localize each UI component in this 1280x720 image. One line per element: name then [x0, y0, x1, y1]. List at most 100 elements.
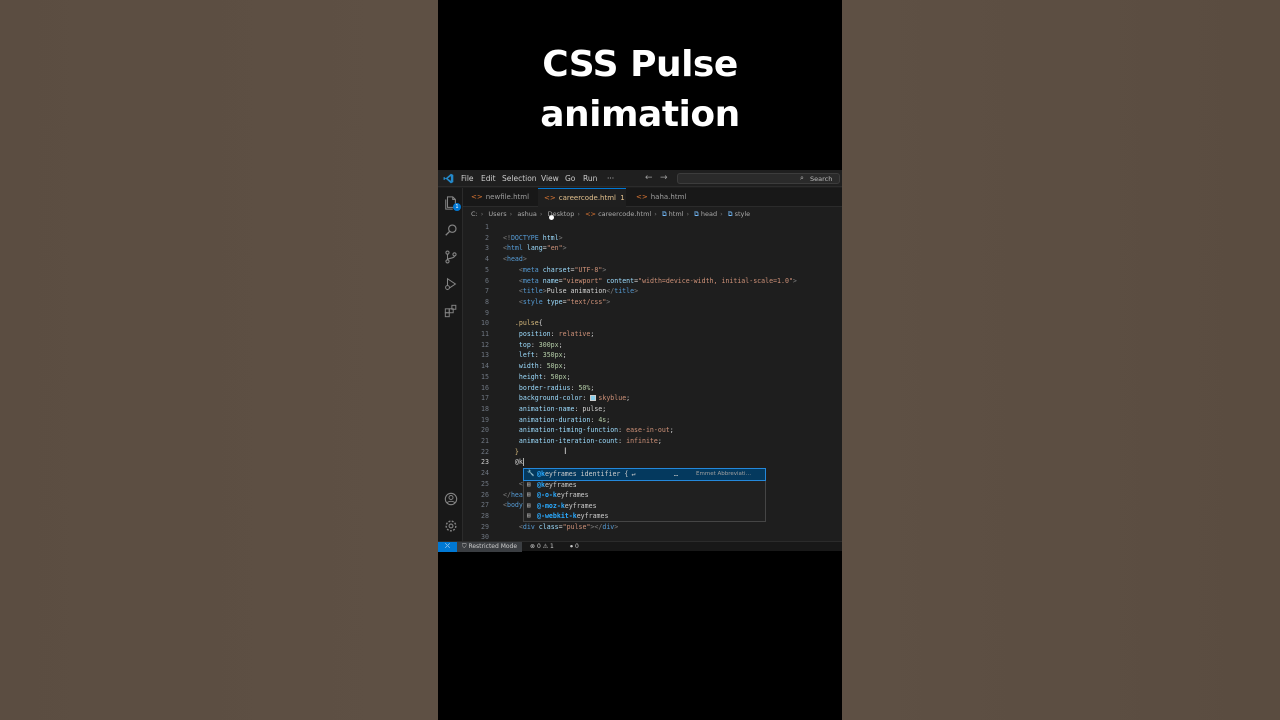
suggestion-item[interactable]: ▤ @-o-keyframes: [524, 490, 765, 501]
code-line[interactable]: 6 <meta name="viewport" content="width=d…: [463, 276, 842, 287]
menu-edit[interactable]: Edit: [481, 174, 496, 183]
menu-go[interactable]: Go: [565, 174, 575, 183]
code-token: : pulse;: [574, 404, 607, 413]
arrow-right-icon[interactable]: →: [660, 173, 668, 183]
breadcrumb-item[interactable]: C:: [471, 210, 478, 218]
breadcrumb-item[interactable]: html: [669, 210, 684, 218]
suggestion-match: @-webkit-k: [537, 512, 577, 520]
line-number: 4: [485, 255, 489, 264]
code-line[interactable]: 4 <head>: [463, 254, 842, 265]
color-swatch[interactable]: [590, 395, 597, 402]
line-number: 19: [481, 415, 489, 424]
tab-newfile[interactable]: <> newfile.html: [471, 188, 535, 207]
code-line[interactable]: 15 height: 50px;: [463, 372, 842, 383]
code-line[interactable]: 2 <!DOCTYPE html>: [463, 233, 842, 244]
menu-run[interactable]: Run: [583, 174, 597, 183]
search-icon[interactable]: [444, 222, 458, 236]
code-line[interactable]: 30: [463, 532, 842, 541]
code-token: position: [518, 330, 551, 338]
code-line[interactable]: 7 <title>Pulse animation</title>: [463, 286, 842, 297]
line-code: position: relative;: [503, 329, 594, 340]
code-token: :: [534, 351, 543, 360]
remote-icon[interactable]: ⤬: [438, 542, 457, 552]
code-line[interactable]: 29 <div class="pulse"></div>: [463, 522, 842, 533]
code-token: div: [522, 522, 535, 531]
menu-file[interactable]: File: [461, 174, 474, 183]
menu-view[interactable]: View: [541, 174, 559, 183]
code-token: ;: [590, 330, 595, 338]
run-debug-icon[interactable]: [444, 276, 458, 291]
code-line[interactable]: 16 border-radius: 50%;: [463, 383, 842, 394]
activity-bar: 1: [438, 188, 463, 541]
restricted-mode-indicator[interactable]: ⛉ Restricted Mode: [457, 542, 523, 552]
explorer-icon[interactable]: 1: [444, 195, 461, 211]
suggestion-item[interactable]: ▤ @keyframes: [524, 480, 765, 491]
line-number: 26: [481, 490, 489, 499]
code-line[interactable]: 20 animation-timing-function: ease-in-ou…: [463, 425, 842, 436]
read-more-icon[interactable]: …: [674, 469, 678, 480]
breadcrumb-item[interactable]: Users: [488, 210, 506, 218]
code-token: :: [582, 394, 591, 403]
suggestion-item[interactable]: ▤ @-webkit-keyframes: [524, 511, 765, 522]
snippet-marker-icon: ↵: [631, 470, 636, 478]
snippet-icon: ▤: [527, 501, 531, 509]
code-token: meta: [522, 265, 539, 274]
line-number: 24: [481, 469, 489, 478]
code-line[interactable]: 17 background-color: skyblue;: [463, 393, 842, 404]
line-number: 15: [481, 372, 489, 381]
breadcrumb-item[interactable]: careercode.html: [598, 210, 651, 218]
line-code: animation-iteration-count: infinite;: [503, 436, 662, 447]
code-line[interactable]: 11 position: relative;: [463, 329, 842, 340]
code-line[interactable]: 9: [463, 308, 842, 319]
search-label: Search: [810, 175, 833, 183]
code-line[interactable]: 3 <html lang="en">: [463, 243, 842, 254]
code-line[interactable]: 23 @k: [463, 457, 842, 468]
code-line[interactable]: 5 <meta charset="UTF-8">: [463, 265, 842, 276]
code-token: :: [550, 330, 559, 338]
line-number: 13: [481, 351, 489, 360]
breadcrumb-item[interactable]: head: [701, 210, 717, 218]
menu-selection[interactable]: Selection: [502, 174, 537, 183]
settings-gear-icon[interactable]: [444, 518, 458, 532]
breadcrumb-item[interactable]: Desktop: [548, 210, 575, 218]
extensions-icon[interactable]: [444, 303, 458, 318]
code-line[interactable]: 19 animation-duration: 4s;: [463, 415, 842, 426]
code-line[interactable]: 12 top: 300px;: [463, 340, 842, 351]
code-line[interactable]: 10 .pulse{: [463, 318, 842, 329]
breadcrumb-item[interactable]: ashua: [517, 210, 537, 218]
menu-more[interactable]: ···: [607, 174, 614, 183]
code-token: "width=device-width, initial-scale=1.0": [638, 276, 793, 285]
suggestion-item[interactable]: ▤ @-moz-keyframes: [524, 501, 765, 512]
breadcrumb-item[interactable]: style: [735, 210, 751, 218]
code-line[interactable]: 18 animation-name: pulse;: [463, 404, 842, 415]
code-line[interactable]: 21 animation-iteration-count: infinite;: [463, 436, 842, 447]
code-token: "pulse": [562, 522, 591, 531]
line-number: 3: [485, 244, 489, 253]
command-center-search[interactable]: ⌕ Search: [677, 173, 840, 184]
line-number: 29: [481, 522, 489, 531]
code-line[interactable]: 1: [463, 222, 842, 233]
arrow-left-icon[interactable]: ←: [645, 173, 653, 183]
code-line[interactable]: 22 }: [463, 447, 842, 458]
suggestion-item[interactable]: 🔧 @keyframes identifier {↵ … Emmet Abbrevia…: [523, 468, 766, 481]
source-control-icon[interactable]: [444, 249, 458, 264]
account-icon[interactable]: [444, 491, 458, 506]
problems-indicator[interactable]: ⊗ 0 ⚠ 1: [530, 542, 554, 551]
code-line[interactable]: 14 width: 50px;: [463, 361, 842, 372]
code-line[interactable]: 8 <style type="text/css">: [463, 297, 842, 308]
html-file-icon: <>: [544, 194, 556, 202]
code-token: :: [542, 372, 551, 381]
tab-haha[interactable]: <> haha.html: [636, 188, 696, 207]
line-number: 1: [485, 223, 489, 231]
tab-careercode[interactable]: <> careercode.html 1: [538, 188, 626, 220]
code-line[interactable]: 13 left: 350px;: [463, 350, 842, 361]
ports-indicator[interactable]: ⦁ 0: [570, 542, 579, 551]
code-token: animation-name: [518, 404, 575, 413]
line-code: width: 50px;: [503, 361, 567, 372]
code-token: 50%: [578, 383, 591, 392]
